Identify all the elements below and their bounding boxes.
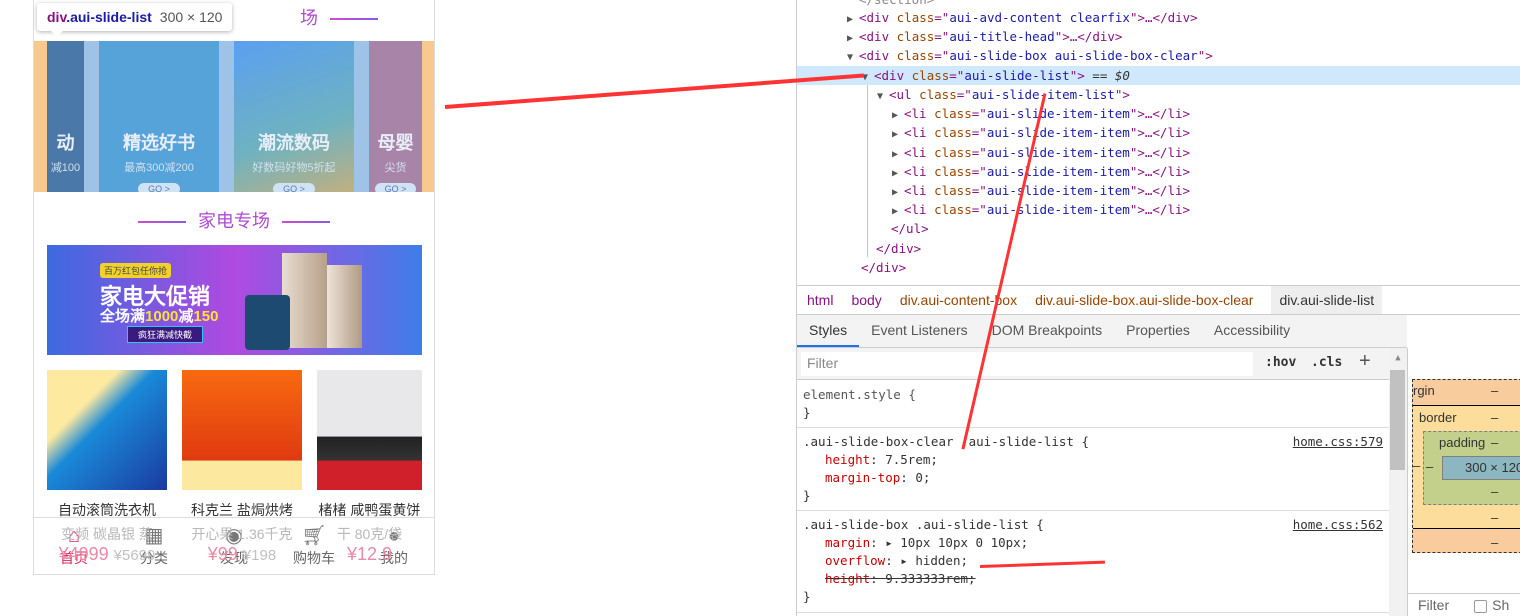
devtools-panel: </section> ▶<div class="aui-avd-content … bbox=[796, 0, 1520, 616]
dom-node-li[interactable]: ▶ <li class="aui-slide-item-item">…</li> bbox=[892, 123, 1190, 142]
dom-node[interactable]: ▼ <div class="aui-slide-box aui-slide-box… bbox=[847, 46, 1213, 65]
box-content: 300 × 120 bbox=[1442, 456, 1520, 480]
go-button[interactable]: GO > bbox=[138, 183, 180, 192]
banner-button[interactable]: 疯狂满减快截 bbox=[127, 326, 204, 343]
dom-node-li[interactable]: ▶ <li class="aui-slide-item-item">…</li> bbox=[892, 200, 1190, 219]
tab-dom-breakpoints[interactable]: DOM Breakpoints bbox=[980, 315, 1114, 347]
mobile-preview: 场 动减100 精选好书 最高300减200 GO > 潮流数码 好数码好物5折起 GO… bbox=[33, 0, 435, 575]
slide-card[interactable]: 精选好书 最高300减200 GO > bbox=[99, 41, 219, 192]
elements-tree: </section> ▶<div class="aui-avd-content … bbox=[797, 0, 1520, 285]
tab-properties[interactable]: Properties bbox=[1114, 315, 1202, 347]
dom-node-li[interactable]: ▶ <li class="aui-slide-item-item">…</li> bbox=[892, 143, 1190, 162]
slide-card[interactable]: 母婴 尖货 GO > bbox=[369, 41, 422, 192]
product-card[interactable]: 楮楮 咸鸭蛋黄饼干 80克/袋 ¥12.9 bbox=[317, 370, 422, 565]
styles-tabs: Styles Event Listeners DOM Breakpoints P… bbox=[797, 315, 1407, 348]
breadcrumb-item[interactable]: html bbox=[807, 292, 833, 308]
computed-filter[interactable]: Filter Sh bbox=[1408, 593, 1520, 616]
tab-accessibility[interactable]: Accessibility bbox=[1202, 315, 1302, 347]
dom-node-selected[interactable]: ▼ <div class="aui-slide-list"> == $0 bbox=[797, 66, 1520, 85]
banner-tag: 百万红包任你抢 bbox=[100, 263, 172, 278]
breadcrumb: html body div.aui-content-box div.aui-sl… bbox=[797, 285, 1520, 315]
inspect-tooltip: div.aui-slide-list 300 × 120 bbox=[37, 3, 233, 37]
box-padding: padding – – – 300 × 120 bbox=[1423, 431, 1520, 505]
slide-list[interactable]: 动减100 精选好书 最高300减200 GO > 潮流数码 好数码好物5折起 GO >… bbox=[34, 41, 434, 192]
product-card[interactable]: 科克兰 盐焗烘烤 开心果 1.36千克 ¥99 ¥198 bbox=[182, 370, 302, 565]
section-title: 家电专场 bbox=[34, 207, 434, 233]
cls-toggle[interactable]: .cls bbox=[1311, 355, 1342, 370]
show-all-checkbox[interactable] bbox=[1474, 599, 1488, 613]
new-rule-button[interactable]: + bbox=[1359, 350, 1371, 373]
styles-filter-bar: Filter :hov .cls + bbox=[797, 348, 1389, 380]
slide-card[interactable]: 动减100 bbox=[47, 41, 84, 192]
style-rule[interactable]: .aui-slide-box-clear .aui-slide-list {ho… bbox=[797, 428, 1389, 511]
slide-card[interactable]: 潮流数码 好数码好物5折起 GO > bbox=[234, 41, 354, 192]
go-button[interactable]: GO > bbox=[273, 183, 315, 192]
source-link[interactable]: home.css:579 bbox=[1293, 433, 1383, 451]
style-rule[interactable]: element.style {} bbox=[797, 381, 1389, 428]
source-link[interactable]: home.css:562 bbox=[1293, 516, 1383, 534]
dom-node[interactable]: ▶ <div class="aui-title-head">…</div> bbox=[847, 27, 1122, 46]
breadcrumb-item-current[interactable]: div.aui-slide-list bbox=[1271, 286, 1383, 314]
styles-scrollbar[interactable]: ▲ bbox=[1389, 348, 1407, 616]
styles-filter-input[interactable]: Filter bbox=[801, 352, 1253, 376]
dom-node-li[interactable]: ▶ <li class="aui-slide-item-item">…</li> bbox=[892, 181, 1190, 200]
box-model: rgin – – border – – – padding – – – 300 × 1… bbox=[1407, 348, 1520, 616]
breadcrumb-item[interactable]: body bbox=[851, 292, 881, 308]
product-card[interactable]: 自动滚筒洗衣机 变频 碳晶银 蒸 ¥4999 ¥5699 bbox=[47, 370, 167, 565]
banner-sub: 全场满1000减150 bbox=[100, 308, 219, 325]
hov-toggle[interactable]: :hov bbox=[1265, 355, 1296, 370]
dom-node-li[interactable]: ▶ <li class="aui-slide-item-item">…</li> bbox=[892, 162, 1190, 181]
box-margin: rgin – – border – – – padding – – – 300 × 1… bbox=[1412, 379, 1520, 553]
dom-node[interactable]: ▶ <div class="aui-avd-content clearfix">…… bbox=[847, 8, 1198, 27]
go-button[interactable]: GO > bbox=[374, 183, 417, 192]
dom-node[interactable]: ▼<ul class="aui-slide-item-list"> bbox=[877, 85, 1130, 104]
promo-banner[interactable]: 百万红包任你抢 家电大促销 全场满1000减150 疯狂满减快截 bbox=[47, 245, 422, 355]
breadcrumb-item[interactable]: div.aui-slide-box.aui-slide-box-clear bbox=[1035, 292, 1253, 308]
tab-styles[interactable]: Styles bbox=[797, 315, 860, 347]
box-border: border – – – padding – – – 300 × 120 bbox=[1413, 405, 1520, 529]
tab-event-listeners[interactable]: Event Listeners bbox=[859, 315, 980, 347]
